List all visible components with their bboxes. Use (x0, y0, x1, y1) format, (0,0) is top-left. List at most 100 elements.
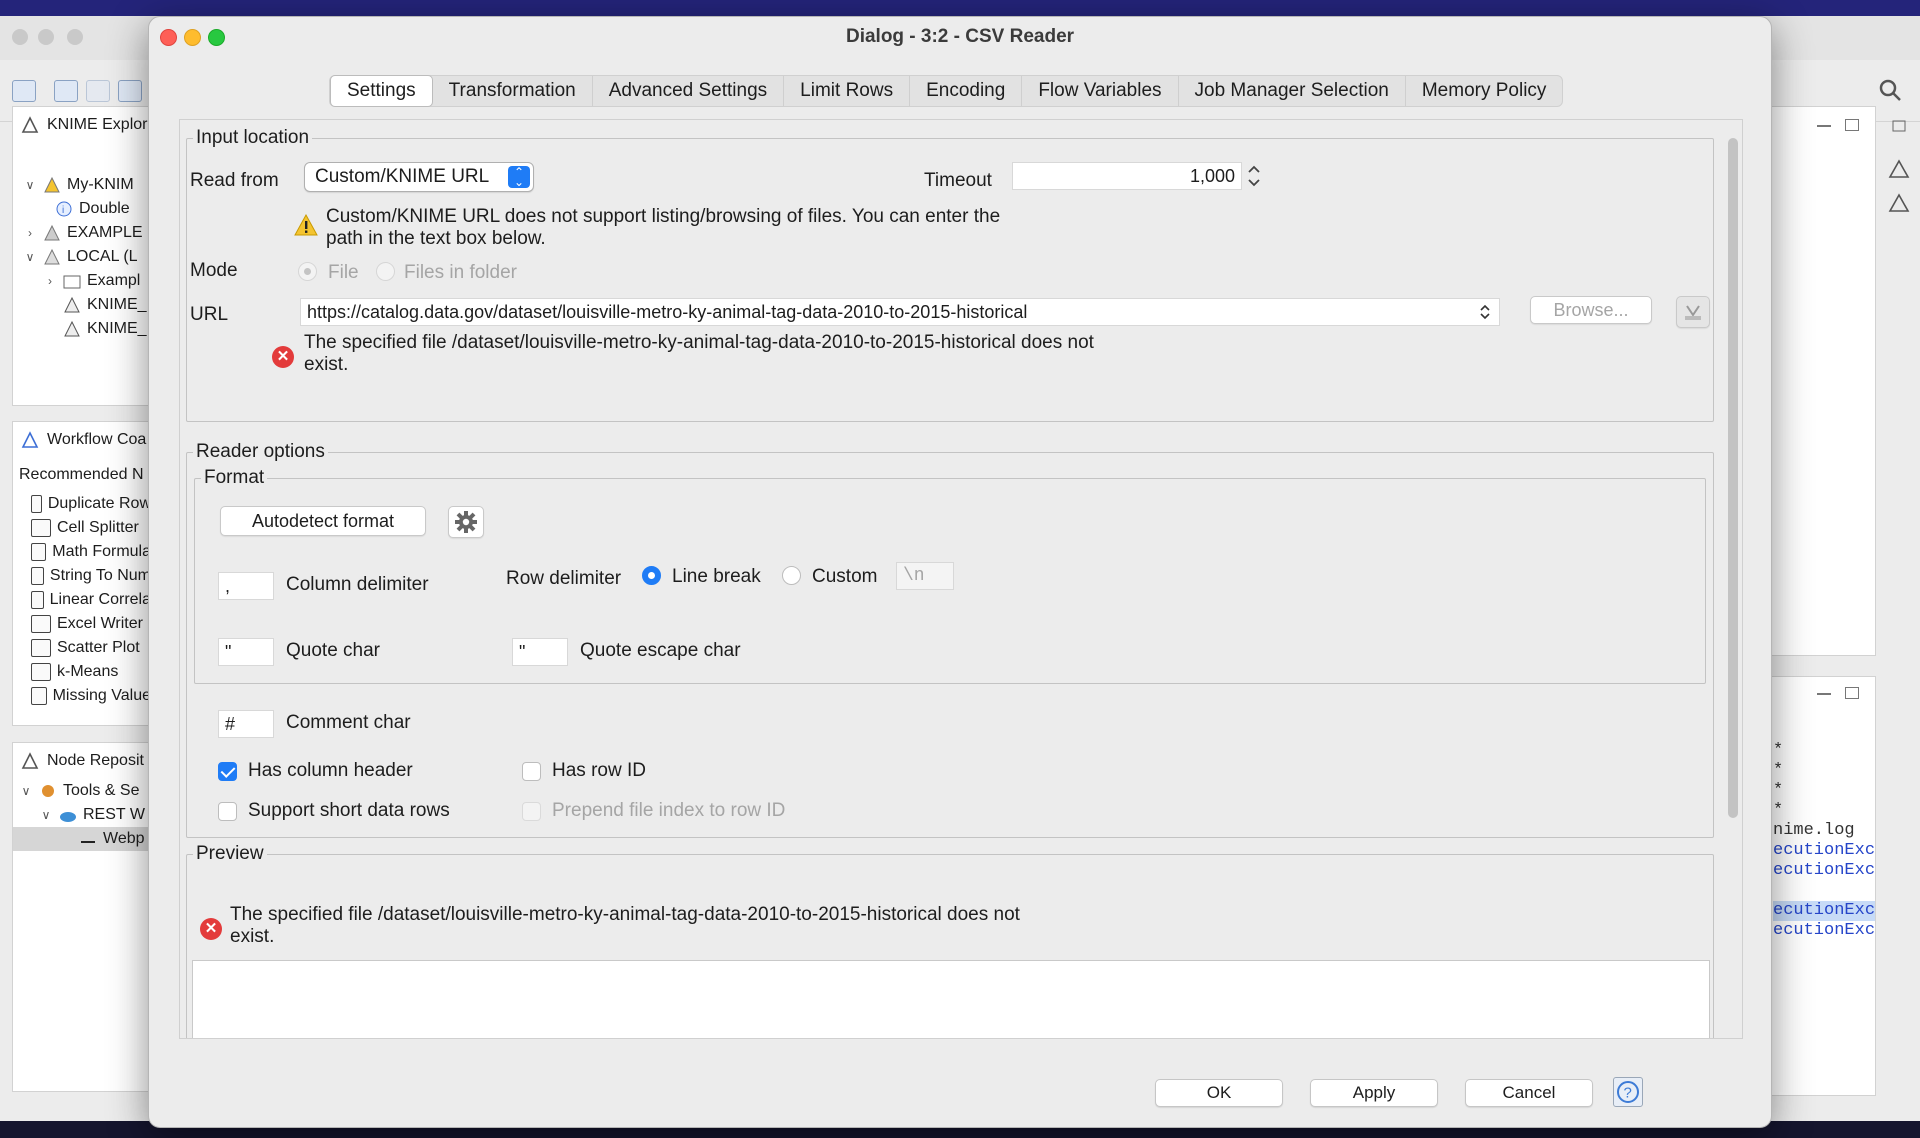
recommended-node-item[interactable]: k-Means (13, 660, 151, 684)
tree-item[interactable]: KNIME_ (23, 317, 151, 341)
app-close-button[interactable] (12, 29, 28, 45)
missing-value-icon (31, 687, 47, 705)
save-as-icon[interactable] (86, 80, 110, 102)
minimize-icon[interactable] (1817, 693, 1831, 695)
tree-item[interactable]: › EXAMPLE (23, 221, 151, 245)
mode-folder-radio[interactable] (376, 262, 395, 281)
tree-item[interactable]: i Double (23, 197, 151, 221)
tree-item[interactable]: Webp (13, 827, 151, 851)
recommended-node-item[interactable]: Scatter Plot (13, 636, 151, 660)
preview-error-line2: exist. (230, 926, 275, 947)
chevron-right-icon[interactable]: › (23, 226, 37, 240)
recommended-node-item[interactable]: Missing Value (13, 684, 151, 708)
recommended-node-item[interactable]: Cell Splitter (13, 516, 151, 540)
chevron-down-icon[interactable]: ∨ (23, 250, 37, 264)
tab-flow-variables[interactable]: Flow Variables (1022, 76, 1179, 106)
column-delimiter-field[interactable]: , (218, 572, 274, 600)
math-formula-icon (31, 543, 47, 561)
tree-item[interactable]: KNIME_ (23, 293, 151, 317)
vertical-scrollbar[interactable] (1728, 138, 1738, 818)
chevron-down-icon[interactable]: ∨ (19, 784, 33, 798)
recommended-node-item[interactable]: Linear Correla (13, 588, 151, 612)
preview-table[interactable] (192, 960, 1710, 1038)
url-history-chevron-icon[interactable] (1479, 302, 1491, 322)
chevron-down-icon[interactable]: ∨ (39, 808, 53, 822)
variable-icon (1685, 305, 1701, 320)
help-button[interactable]: ? (1613, 1077, 1643, 1107)
quote-char-field[interactable]: " (218, 638, 274, 666)
svg-text:?: ? (1624, 1085, 1632, 1102)
workflow-icon (64, 296, 80, 313)
ok-button[interactable]: OK (1155, 1079, 1283, 1107)
maximize-icon[interactable] (1845, 687, 1859, 699)
chevron-right-icon[interactable]: › (43, 274, 57, 288)
prepend-file-index-checkbox[interactable] (522, 802, 541, 821)
maximize-icon[interactable] (1845, 119, 1859, 131)
description-icon[interactable] (1888, 192, 1910, 214)
tab-limit-rows[interactable]: Limit Rows (784, 76, 911, 106)
recommended-node-item[interactable]: String To Num (13, 564, 151, 588)
error-icon: ✕ (200, 918, 222, 940)
autodetect-settings-button[interactable] (448, 506, 484, 538)
autodetect-format-button[interactable]: Autodetect format (220, 506, 426, 536)
browse-button[interactable]: Browse... (1530, 296, 1652, 324)
url-label: URL (190, 304, 229, 325)
fs-connection-button[interactable] (1676, 296, 1710, 328)
recommended-node-label: Math Formula (52, 543, 151, 560)
comment-char-field[interactable]: # (218, 710, 274, 738)
quote-escape-char-label: Quote escape char (580, 640, 741, 661)
read-from-select[interactable]: Custom/KNIME URL ⌃ ⌄ (304, 162, 534, 192)
apply-button[interactable]: Apply (1310, 1079, 1438, 1107)
recommended-node-label: Excel Writer (57, 615, 143, 632)
search-icon[interactable] (1878, 78, 1902, 102)
quote-escape-char-field[interactable]: " (512, 638, 568, 666)
html-node-icon (81, 841, 95, 843)
url-value: https://catalog.data.gov/dataset/louisvi… (307, 302, 1028, 322)
cancel-button[interactable]: Cancel (1465, 1079, 1593, 1107)
recommended-node-item[interactable]: Math Formula (13, 540, 151, 564)
tree-item[interactable]: ∨ REST W (13, 803, 151, 827)
app-zoom-button[interactable] (67, 29, 83, 45)
custom-row-delimiter-radio[interactable] (782, 566, 801, 585)
dialog-close-button[interactable] (160, 29, 177, 46)
custom-row-delimiter-field[interactable]: \n (896, 562, 954, 590)
input-location-legend: Input location (193, 127, 313, 149)
has-row-id-checkbox[interactable] (522, 762, 541, 781)
has-row-id-label: Has row ID (552, 760, 646, 781)
help-triangle-icon[interactable] (1888, 158, 1910, 180)
minimize-icon[interactable] (1817, 125, 1831, 127)
timeout-spinner-icon[interactable] (1246, 162, 1262, 190)
url-input[interactable]: https://catalog.data.gov/dataset/louisvi… (300, 298, 1500, 326)
console-panel: * * * * nime.log ecutionExc ecutionExc ecution… (1760, 676, 1876, 1096)
mode-file-radio[interactable] (298, 262, 317, 281)
dialog-zoom-button[interactable] (208, 29, 225, 46)
save-icon[interactable] (54, 80, 78, 102)
app-minimize-button[interactable] (38, 29, 54, 45)
console-line: * (1773, 781, 1784, 800)
tab-advanced-settings[interactable]: Advanced Settings (593, 76, 785, 106)
recommended-node-item[interactable]: Duplicate Row (13, 492, 151, 516)
cloud-icon (60, 812, 76, 822)
tab-job-manager-selection[interactable]: Job Manager Selection (1179, 76, 1406, 106)
recommended-node-item[interactable]: Excel Writer (13, 612, 151, 636)
tree-item[interactable]: ∨ LOCAL (L (23, 245, 151, 269)
tab-memory-policy[interactable]: Memory Policy (1406, 76, 1563, 106)
dialog-minimize-button[interactable] (184, 29, 201, 46)
save-all-icon[interactable] (118, 80, 142, 102)
tree-item[interactable]: ∨ Tools & Se (13, 779, 151, 803)
recommended-node-label: String To Num (49, 567, 151, 584)
tree-item[interactable]: › Exampl (23, 269, 151, 293)
has-column-header-checkbox[interactable] (218, 762, 237, 781)
tab-transformation[interactable]: Transformation (433, 76, 593, 106)
timeout-field[interactable]: 1,000 (1012, 162, 1242, 190)
restore-icon[interactable] (1888, 116, 1910, 138)
tab-settings[interactable]: Settings (330, 75, 433, 107)
chevron-down-icon[interactable]: ∨ (23, 178, 37, 192)
new-workflow-icon[interactable] (12, 80, 36, 102)
reader-options-legend: Reader options (193, 441, 328, 463)
line-break-radio[interactable] (642, 566, 661, 585)
read-from-value: Custom/KNIME URL (315, 166, 490, 187)
support-short-rows-checkbox[interactable] (218, 802, 237, 821)
tree-item[interactable]: ∨ My-KNIM (23, 173, 151, 197)
tab-encoding[interactable]: Encoding (910, 76, 1023, 106)
